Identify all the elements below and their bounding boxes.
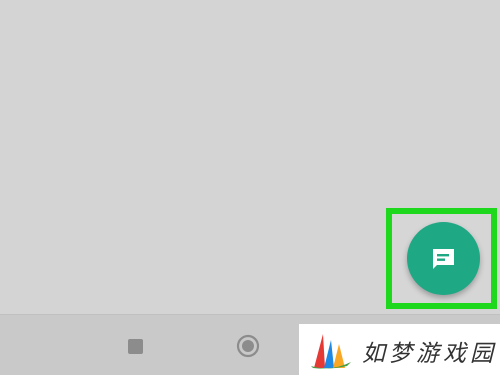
watermark-text: 如梦游戏园 [362, 341, 497, 367]
watermark: 如梦游戏园 [299, 324, 500, 375]
new-message-button[interactable] [407, 222, 480, 295]
sail-logo-icon [311, 334, 351, 369]
phone-screen: 如梦游戏园 [0, 0, 500, 375]
recents-square-icon[interactable] [128, 339, 143, 354]
new-message-icon [433, 249, 454, 269]
home-circle-icon[interactable] [236, 334, 260, 358]
